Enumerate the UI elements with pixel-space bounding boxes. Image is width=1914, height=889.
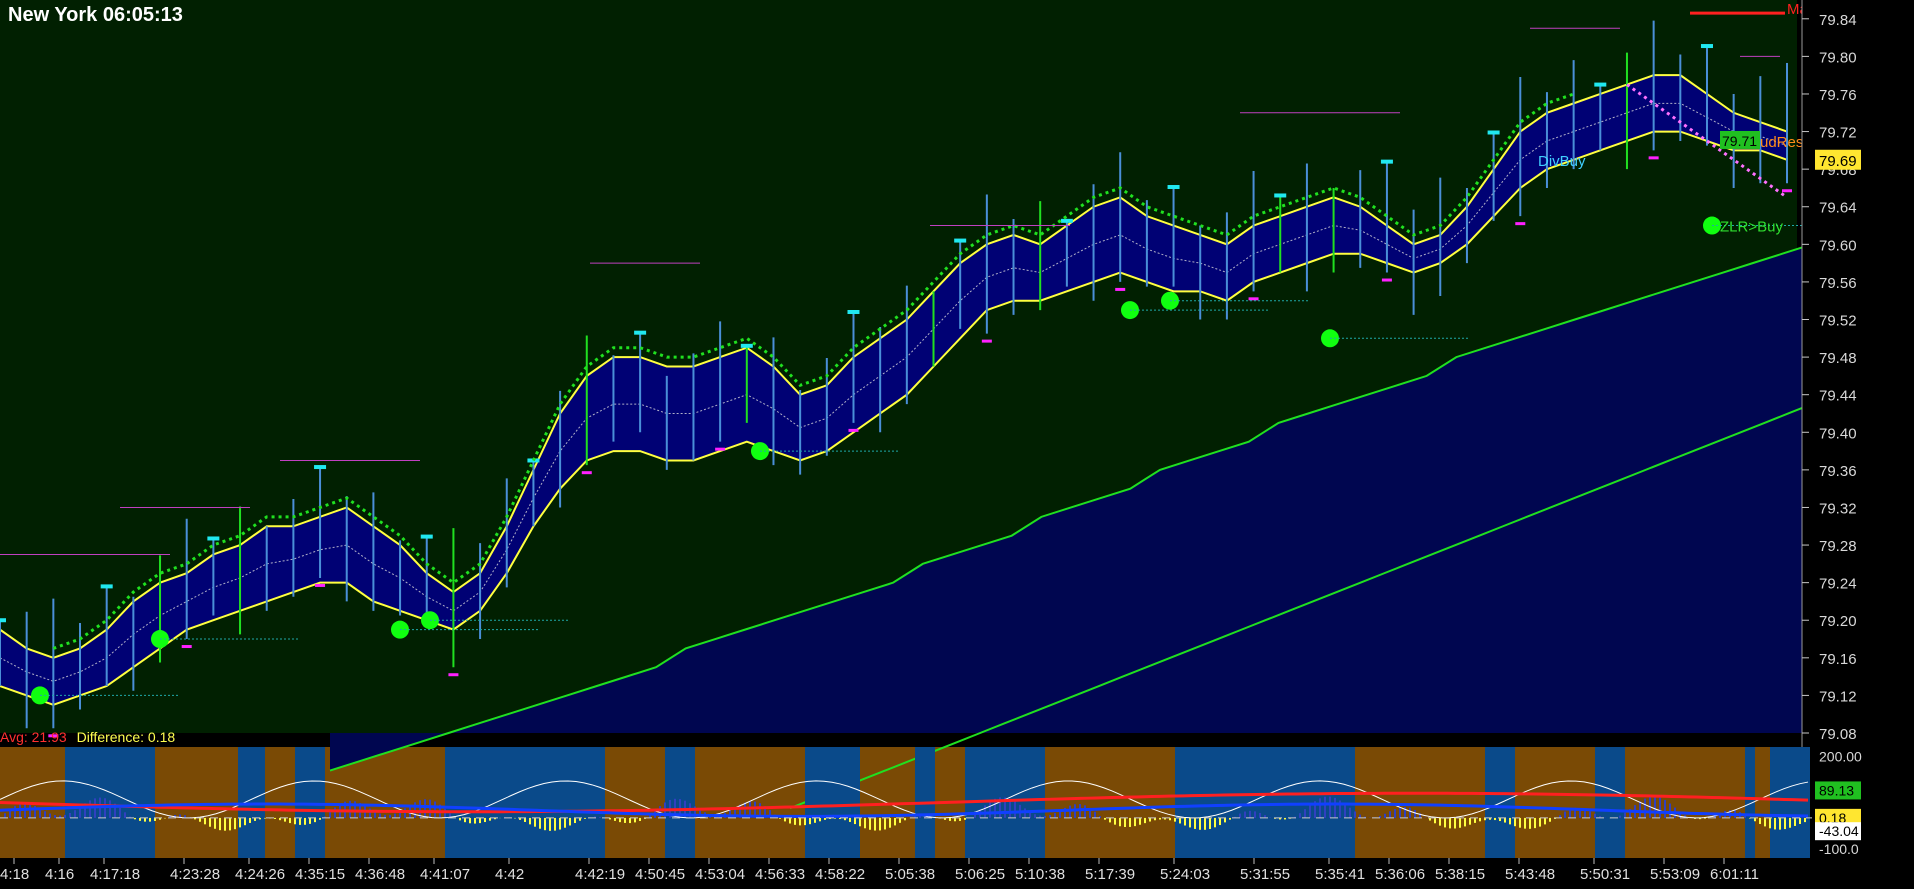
price-tag-label: 79.71 xyxy=(1722,133,1757,149)
indicator-readout: Avg: 21.93 Difference: 0.18 xyxy=(0,729,175,745)
x-tick-label: 5:31:55 xyxy=(1240,866,1290,883)
x-tick-label: 6:01:11 xyxy=(1710,866,1759,883)
y-tick-label: 79.16 xyxy=(1819,651,1857,668)
divbuy-label: DivBuy xyxy=(1538,153,1586,170)
y-tick-label: 79.72 xyxy=(1819,125,1857,142)
cyan-marker xyxy=(207,536,220,541)
x-tick-label: 5:24:03 xyxy=(1160,866,1210,883)
oscillator-tick-label: -43.04 xyxy=(1819,823,1859,839)
x-tick-label: 5:50:31 xyxy=(1580,866,1630,883)
price-chart[interactable]: MainHighudResistanceDivBuyZLR>Buy79.7179… xyxy=(0,0,1914,884)
x-tick-label: 5:06:25 xyxy=(955,866,1005,883)
cyan-marker xyxy=(100,584,113,589)
oscillator-blue-band xyxy=(1485,747,1515,858)
oscillator-blue-band xyxy=(1770,747,1810,858)
x-tick-label: 5:43:48 xyxy=(1505,866,1555,883)
cyan-marker xyxy=(954,238,967,243)
cyan-marker xyxy=(1380,159,1393,164)
cyan-marker xyxy=(1274,193,1287,198)
x-tick-label: 5:05:38 xyxy=(885,866,935,883)
x-tick-label: 4:24:26 xyxy=(235,866,285,883)
x-tick-label: 4:58:22 xyxy=(815,866,865,883)
x-tick-label: 4:50:45 xyxy=(635,866,685,883)
cyan-marker xyxy=(0,618,6,623)
oscillator-tick-label: 89.13 xyxy=(1819,782,1854,798)
y-tick-label: 79.20 xyxy=(1819,613,1857,630)
oscillator-blue-band xyxy=(1595,747,1625,858)
magenta-marker xyxy=(1782,189,1792,193)
magenta-marker xyxy=(581,471,592,475)
cyan-marker xyxy=(1060,218,1073,223)
magenta-marker xyxy=(315,583,326,587)
y-tick-label: 79.32 xyxy=(1819,500,1857,517)
x-tick-label: 4:53:04 xyxy=(695,866,745,883)
y-tick-label: 79.44 xyxy=(1819,388,1857,405)
cyan-marker xyxy=(847,309,860,314)
cyan-marker xyxy=(1700,44,1713,49)
y-tick-label: 79.76 xyxy=(1819,87,1857,104)
zlr-buy-label: ZLR>Buy xyxy=(1720,219,1783,236)
x-tick-label: 5:10:38 xyxy=(1015,866,1065,883)
difference-readout: Difference: 0.18 xyxy=(76,729,176,745)
y-tick-label: 79.56 xyxy=(1819,275,1857,292)
y-tick-label: 79.24 xyxy=(1819,576,1857,593)
magenta-marker xyxy=(1115,287,1126,291)
x-tick-label: 4:41:07 xyxy=(420,866,470,883)
x-tick-label: 4:36:48 xyxy=(355,866,405,883)
chart-title: New York 06:05:13 xyxy=(8,4,183,26)
magenta-marker xyxy=(1381,278,1392,282)
cyan-marker xyxy=(420,534,433,539)
y-tick-label: 79.80 xyxy=(1819,49,1857,66)
cyan-marker xyxy=(314,465,327,470)
oscillator-blue-band xyxy=(805,747,860,858)
x-tick-label: 5:53:09 xyxy=(1650,866,1700,883)
y-tick-label: 79.28 xyxy=(1819,538,1857,555)
cyan-marker xyxy=(740,343,753,348)
x-tick-label: 5:38:15 xyxy=(1435,866,1485,883)
y-tick-label: 79.52 xyxy=(1819,313,1857,330)
cyan-marker xyxy=(1487,130,1500,135)
oscillator-tick-label: -100.0 xyxy=(1819,841,1859,857)
magenta-marker xyxy=(1648,156,1659,160)
oscillator-blue-band xyxy=(1175,747,1355,858)
magenta-marker xyxy=(981,339,992,343)
y-tick-label: 79.12 xyxy=(1819,688,1857,705)
y-tick-label: 79.08 xyxy=(1819,726,1857,743)
oscillator-tick-label: 200.00 xyxy=(1819,748,1862,764)
avg-readout: Avg: 21.93 xyxy=(0,729,67,745)
magenta-marker xyxy=(715,447,726,451)
oscillator-blue-band xyxy=(238,747,265,858)
x-tick-label: 4:56:33 xyxy=(755,866,805,883)
x-tick-label: 5:17:39 xyxy=(1085,866,1135,883)
x-tick-label: 5:35:41 xyxy=(1315,866,1365,883)
y-tick-label: 79.60 xyxy=(1819,237,1857,254)
cyan-marker xyxy=(1167,185,1180,190)
magenta-marker xyxy=(181,645,192,649)
y-tick-label: 79.64 xyxy=(1819,200,1857,217)
cyan-marker xyxy=(634,330,647,335)
y-tick-label: 79.48 xyxy=(1819,350,1857,367)
cyan-marker xyxy=(1594,82,1607,87)
x-tick-label: 4:23:28 xyxy=(170,866,220,883)
x-tick-label: 4:35:15 xyxy=(295,866,345,883)
magenta-marker xyxy=(1515,222,1526,226)
x-tick-label: 4:17:18 xyxy=(90,866,140,883)
y-tick-label: 79.36 xyxy=(1819,463,1857,480)
current-price-label: 79.69 xyxy=(1819,153,1857,170)
x-tick-label: 4:16 xyxy=(45,866,74,883)
oscillator-blue-band xyxy=(445,747,605,858)
x-tick-label: 4:18 xyxy=(0,866,29,883)
magenta-marker xyxy=(1248,297,1259,301)
y-tick-label: 79.40 xyxy=(1819,425,1857,442)
chart-window[interactable]: MainHighudResistanceDivBuyZLR>Buy79.7179… xyxy=(0,0,1914,884)
magenta-marker xyxy=(448,673,459,677)
x-tick-label: 4:42:19 xyxy=(575,866,625,883)
magenta-marker xyxy=(848,428,859,432)
oscillator-blue-band xyxy=(295,747,325,858)
x-tick-label: 4:42 xyxy=(495,866,524,883)
x-tick-label: 5:36:06 xyxy=(1375,866,1425,883)
y-tick-label: 79.84 xyxy=(1819,12,1857,29)
